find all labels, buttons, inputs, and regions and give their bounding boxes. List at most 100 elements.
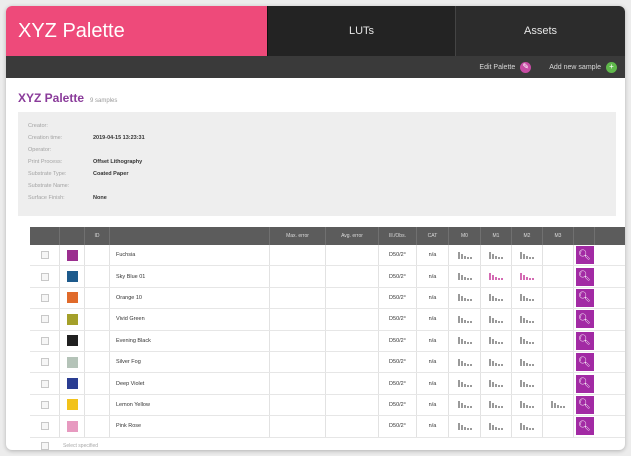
add-sample-button[interactable]: Add new sample +	[549, 61, 617, 73]
sample-name[interactable]: Silver Fog	[110, 351, 270, 373]
header-cat[interactable]: CAT	[417, 227, 449, 245]
cat-cell: n/a	[417, 351, 449, 373]
search-icon[interactable]: 🔍︎	[575, 246, 594, 265]
row-checkbox[interactable]	[40, 251, 49, 260]
sample-name[interactable]: Lemon Yellow	[110, 394, 270, 416]
row-checkbox[interactable]	[40, 336, 49, 345]
cat-cell: n/a	[417, 394, 449, 416]
row-checkbox[interactable]	[40, 272, 49, 281]
bar-chart-icon[interactable]	[489, 294, 503, 302]
bar-chart-icon[interactable]	[551, 401, 565, 409]
bar-chart-icon[interactable]	[489, 315, 503, 323]
bar-chart-icon[interactable]	[520, 358, 534, 366]
header-m0[interactable]: M0	[449, 227, 481, 245]
id-cell	[85, 394, 110, 416]
bar-chart-icon[interactable]	[520, 273, 534, 281]
table-row[interactable]: Sky Blue 01 D50/2° n/a 🔍︎	[30, 266, 625, 288]
meta-label: Substrate Type:	[28, 171, 67, 177]
search-icon[interactable]: 🔍︎	[575, 417, 594, 436]
table-row[interactable]: Orange 10 D50/2° n/a 🔍︎	[30, 287, 625, 310]
bar-chart-icon[interactable]	[457, 315, 472, 323]
bar-chart-icon[interactable]	[457, 251, 472, 259]
table-row[interactable]: Deep Violet D50/2° n/a 🔍︎	[30, 373, 625, 395]
sample-name[interactable]: Sky Blue 01	[110, 266, 270, 287]
swatch-cell	[60, 245, 85, 266]
palette-metadata: Creator: Creation time: 2019-04-15 13:23:3…	[18, 112, 616, 216]
ill-obs-cell: D50/2°	[379, 309, 417, 330]
measurement-cell	[543, 245, 574, 266]
row-checkbox[interactable]	[40, 358, 49, 367]
actions-cell: 🔍︎	[574, 245, 595, 265]
row-checkbox[interactable]	[40, 379, 49, 388]
tab-luts[interactable]: LUTs	[267, 6, 455, 56]
tab-assets[interactable]: Assets	[455, 6, 625, 56]
header-name[interactable]	[110, 227, 270, 245]
search-icon[interactable]: 🔍︎	[575, 374, 594, 393]
bar-chart-icon[interactable]	[457, 401, 472, 409]
cat-cell: n/a	[417, 416, 449, 437]
header-avg-error[interactable]: Avg. error	[326, 227, 379, 245]
bar-chart-icon[interactable]	[520, 337, 534, 345]
row-checkbox[interactable]	[40, 400, 49, 409]
measurement-cell	[449, 373, 481, 394]
table-row[interactable]: Evening Black D50/2° n/a 🔍︎	[30, 330, 625, 352]
ill-obs-cell: D50/2°	[379, 287, 417, 309]
search-icon[interactable]: 🔍︎	[575, 267, 594, 286]
header-max-error[interactable]: Max. error	[270, 227, 326, 245]
header-id[interactable]: ID	[85, 227, 110, 245]
bar-chart-icon[interactable]	[457, 358, 472, 366]
bar-chart-icon[interactable]	[489, 251, 503, 259]
search-icon[interactable]: 🔍︎	[575, 288, 594, 307]
bar-chart-icon[interactable]	[520, 401, 534, 409]
table-row[interactable]: Pink Rose D50/2° n/a 🔍︎	[30, 416, 625, 438]
edit-palette-button[interactable]: Edit Palette ✎	[479, 61, 532, 73]
bar-chart-icon[interactable]	[457, 380, 472, 388]
measurement-cell	[543, 330, 574, 351]
max-error-cell	[270, 245, 326, 266]
sample-name[interactable]: Evening Black	[110, 330, 270, 351]
table-row[interactable]: Lemon Yellow D50/2° n/a 🔍︎	[30, 394, 625, 417]
max-error-cell	[270, 373, 326, 394]
bar-chart-icon[interactable]	[520, 422, 534, 430]
header-ill-obs[interactable]: Ill./Obs.	[379, 227, 417, 245]
bar-chart-icon[interactable]	[520, 315, 534, 323]
bar-chart-icon[interactable]	[520, 251, 534, 259]
table-row[interactable]: Silver Fog D50/2° n/a 🔍︎	[30, 351, 625, 374]
row-checkbox[interactable]	[40, 315, 49, 324]
bar-chart-icon[interactable]	[520, 380, 534, 388]
bar-chart-icon[interactable]	[489, 401, 503, 409]
row-checkbox[interactable]	[40, 293, 49, 302]
table-row[interactable]: Fuchsia D50/2° n/a 🔍︎	[30, 245, 625, 267]
bar-chart-icon[interactable]	[489, 337, 503, 345]
meta-row: Surface Finish: None	[28, 192, 616, 204]
meta-row: Substrate Name:	[28, 180, 616, 192]
bar-chart-icon[interactable]	[457, 337, 472, 345]
header-m3[interactable]: M3	[543, 227, 574, 245]
sample-name[interactable]: Deep Violet	[110, 373, 270, 394]
header-m2[interactable]: M2	[512, 227, 543, 245]
bar-chart-icon[interactable]	[489, 273, 503, 281]
select-all-checkbox[interactable]	[41, 441, 49, 450]
bar-chart-icon[interactable]	[457, 273, 472, 281]
sample-name[interactable]: Vivid Green	[110, 309, 270, 330]
search-icon[interactable]: 🔍︎	[575, 353, 594, 372]
search-icon[interactable]: 🔍︎	[575, 310, 594, 329]
table-row[interactable]: Vivid Green D50/2° n/a 🔍︎	[30, 309, 625, 331]
brand-title[interactable]: XYZ Palette	[6, 6, 267, 56]
bar-chart-icon[interactable]	[489, 380, 503, 388]
sample-name[interactable]: Orange 10	[110, 287, 270, 309]
search-icon[interactable]: 🔍︎	[575, 331, 594, 350]
search-icon[interactable]: 🔍︎	[575, 395, 594, 414]
row-checkbox[interactable]	[40, 422, 49, 431]
bar-chart-icon[interactable]	[457, 422, 472, 430]
id-cell	[85, 351, 110, 373]
bar-chart-icon[interactable]	[489, 358, 503, 366]
color-swatch	[66, 335, 78, 347]
bar-chart-icon[interactable]	[520, 294, 534, 302]
sample-name[interactable]: Fuchsia	[110, 245, 270, 266]
header-m1[interactable]: M1	[481, 227, 512, 245]
bar-chart-icon[interactable]	[457, 294, 472, 302]
sample-name[interactable]: Pink Rose	[110, 416, 270, 437]
ill-obs-cell: D50/2°	[379, 266, 417, 287]
bar-chart-icon[interactable]	[489, 422, 503, 430]
